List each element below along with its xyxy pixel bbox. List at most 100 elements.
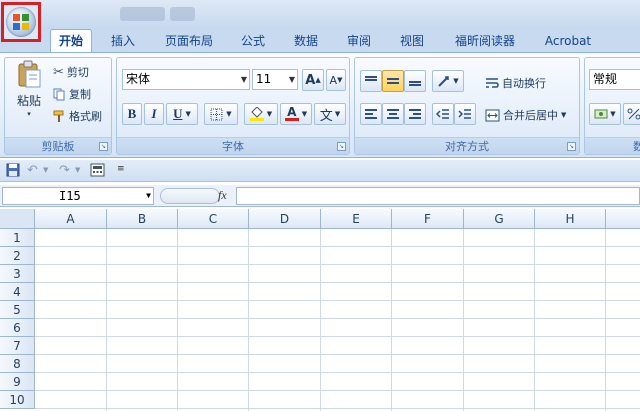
- fill-color-button[interactable]: ▼: [244, 103, 278, 125]
- align-left-button[interactable]: [360, 103, 382, 125]
- merge-center-button[interactable]: 合并后居中 ▼: [485, 107, 566, 123]
- tab-page-layout[interactable]: 页面布局: [158, 30, 220, 52]
- phonetic-guide-button[interactable]: 文 ▼: [314, 103, 346, 125]
- row-header-10[interactable]: 10: [0, 391, 35, 409]
- align-right-button[interactable]: [404, 103, 426, 125]
- row-header-8[interactable]: 8: [0, 355, 35, 373]
- row-header-2[interactable]: 2: [0, 247, 35, 265]
- align-bottom-button[interactable]: [404, 70, 426, 92]
- wrap-text-icon: [485, 77, 499, 90]
- gridline: [35, 246, 640, 247]
- borders-icon: [210, 108, 223, 121]
- customize-toolbar-icon[interactable]: ≡: [117, 164, 125, 174]
- wrap-text-button[interactable]: 自动换行: [485, 75, 546, 91]
- format-painter-button[interactable]: 格式刷: [53, 108, 102, 124]
- chevron-down-icon: ▼: [453, 77, 459, 85]
- calculator-icon[interactable]: [90, 163, 105, 177]
- percent-button[interactable]: [623, 103, 640, 125]
- save-icon[interactable]: [6, 163, 20, 177]
- gridline: [320, 229, 321, 411]
- increase-indent-button[interactable]: [454, 103, 476, 125]
- undo-icon[interactable]: ↶: [27, 163, 38, 178]
- column-header-e[interactable]: E: [321, 209, 392, 229]
- font-color-swatch: [284, 118, 299, 121]
- tab-foxit-reader[interactable]: 福昕阅读器: [444, 30, 526, 52]
- chevron-down-icon[interactable]: ▼: [43, 166, 48, 174]
- chevron-down-icon: ▼: [226, 110, 232, 118]
- alignment-dialog-launcher-icon[interactable]: ↘: [567, 142, 576, 151]
- font-dialog-launcher-icon[interactable]: ↘: [337, 142, 346, 151]
- accounting-format-button[interactable]: ▼: [589, 103, 621, 125]
- gridline: [177, 229, 178, 411]
- column-header-h[interactable]: H: [535, 209, 606, 229]
- number-group-label-text: 数: [633, 140, 640, 153]
- number-format-select[interactable]: 常规: [589, 69, 640, 90]
- copy-button[interactable]: 复制: [53, 86, 91, 102]
- column-header-g[interactable]: G: [464, 209, 535, 229]
- align-middle-button[interactable]: [382, 70, 404, 92]
- grow-font-button[interactable]: A ▲: [302, 69, 324, 91]
- font-color-button[interactable]: A ▼: [280, 103, 312, 125]
- formula-bar-handle[interactable]: [160, 188, 220, 204]
- copy-icon: [53, 88, 66, 101]
- name-box[interactable]: I15 ▼: [2, 187, 154, 205]
- tab-review[interactable]: 审阅: [337, 30, 381, 52]
- column-header-partial[interactable]: [606, 209, 640, 229]
- row-header-6[interactable]: 6: [0, 319, 35, 337]
- tab-insert[interactable]: 插入: [100, 30, 146, 52]
- italic-button[interactable]: I: [144, 103, 164, 125]
- phonetic-label: 文: [319, 108, 333, 124]
- paste-button[interactable]: 粘贴 ▾: [11, 60, 47, 118]
- column-header-f[interactable]: F: [392, 209, 464, 229]
- tab-data[interactable]: 数据: [284, 30, 328, 52]
- borders-button[interactable]: ▼: [204, 103, 238, 125]
- bold-button[interactable]: B: [122, 103, 142, 125]
- redo-icon[interactable]: ↷: [59, 163, 70, 178]
- decrease-indent-button[interactable]: [432, 103, 454, 125]
- font-name-select[interactable]: 宋体 ▼: [122, 69, 250, 90]
- align-center-button[interactable]: [382, 103, 404, 125]
- tab-view[interactable]: 视图: [390, 30, 434, 52]
- row-header-7[interactable]: 7: [0, 337, 35, 355]
- caret-up-icon: ▲: [315, 76, 321, 84]
- cut-label: 剪切: [66, 66, 89, 79]
- blurred-title: [170, 7, 195, 21]
- align-top-button[interactable]: [360, 70, 382, 92]
- orientation-button[interactable]: ▼: [432, 70, 464, 92]
- chevron-down-icon[interactable]: ▼: [75, 166, 80, 174]
- clipboard-dialog-launcher-icon[interactable]: ↘: [99, 142, 108, 151]
- italic-label: I: [151, 106, 157, 121]
- font-group-label: 字体: [117, 137, 349, 154]
- row-header-1[interactable]: 1: [0, 229, 35, 247]
- font-size-select[interactable]: 11 ▼: [252, 69, 298, 90]
- gridline: [534, 229, 535, 411]
- formula-input[interactable]: [236, 187, 640, 205]
- number-group: 常规 ▼ 数: [584, 57, 640, 155]
- office-button[interactable]: [1, 2, 41, 42]
- column-header-b[interactable]: B: [107, 209, 178, 229]
- cut-button[interactable]: ✂ 剪切: [53, 64, 89, 80]
- caret-down-icon: ▼: [337, 76, 343, 84]
- bold-label: B: [127, 106, 137, 121]
- chevron-down-icon: ▼: [185, 110, 191, 118]
- column-header-c[interactable]: C: [178, 209, 249, 229]
- chevron-down-icon: ▼: [288, 75, 295, 84]
- shrink-font-button[interactable]: A ▼: [326, 69, 346, 91]
- column-header-d[interactable]: D: [249, 209, 321, 229]
- formula-bar: I15 ▼ fx: [0, 185, 640, 207]
- quick-access-toolbar: ↶ ▼ ↷ ▼ ≡: [0, 160, 640, 182]
- row-header-9[interactable]: 9: [0, 373, 35, 391]
- merge-center-label: 合并后居中: [503, 109, 558, 122]
- tab-acrobat[interactable]: Acrobat: [538, 30, 598, 52]
- underline-button[interactable]: U ▼: [166, 103, 198, 125]
- column-header-a[interactable]: A: [35, 209, 107, 229]
- select-all-corner[interactable]: [0, 209, 35, 229]
- insert-function-icon[interactable]: fx: [218, 188, 227, 203]
- tab-formulas[interactable]: 公式: [232, 30, 274, 52]
- font-color-letter: A: [287, 105, 297, 119]
- row-header-5[interactable]: 5: [0, 301, 35, 319]
- increase-indent-icon: [458, 109, 471, 119]
- tab-home[interactable]: 开始: [50, 29, 92, 53]
- row-header-4[interactable]: 4: [0, 283, 35, 301]
- row-header-3[interactable]: 3: [0, 265, 35, 283]
